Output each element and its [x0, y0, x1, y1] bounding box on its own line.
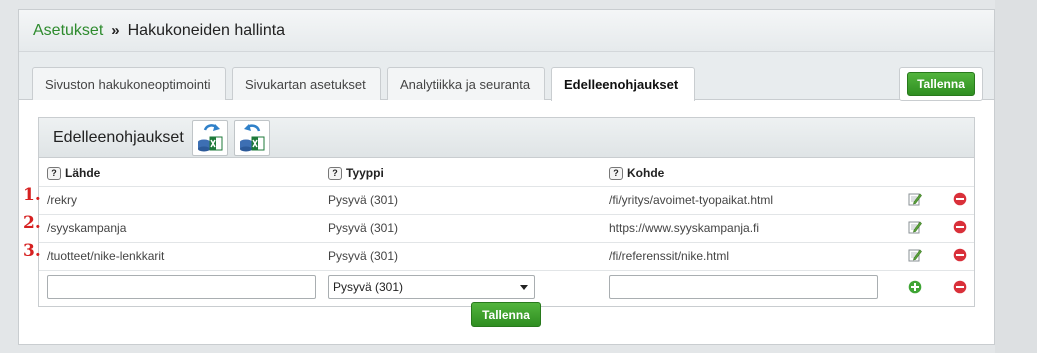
target-cell: https://www.syyskampanja.fi [609, 221, 760, 235]
tab-label: Sivuston hakukoneoptimointi [45, 76, 211, 92]
new-type-select[interactable]: Pysyvä (301) [328, 275, 535, 299]
delete-icon[interactable] [953, 192, 967, 206]
edit-pencil-icon[interactable] [908, 192, 922, 206]
source-cell: /syyskampanja [47, 221, 127, 235]
help-icon[interactable]: ? [609, 166, 623, 180]
tab-label: Edelleenohjaukset [564, 77, 679, 92]
select-value: Pysyvä (301) [333, 280, 404, 294]
column-label: Tyyppi [346, 166, 384, 180]
tab-bar: Sivuston hakukoneoptimointi Sivukartan a… [19, 52, 994, 101]
add-icon[interactable] [908, 280, 922, 294]
section-title: Edelleenohjaukset [53, 128, 184, 146]
export-excel-button[interactable] [233, 119, 270, 156]
tab-sitemap[interactable]: Sivukartan asetukset [232, 67, 381, 100]
table-row: /rekry Pysyvä (301) /fi/yritys/avoimet-t… [39, 187, 974, 213]
breadcrumb: Asetukset » Hakukoneiden hallinta [19, 10, 994, 52]
new-source-input[interactable] [47, 275, 316, 299]
row-marker: 3. [23, 241, 41, 261]
breadcrumb-link-asetukset[interactable]: Asetukset [33, 22, 103, 40]
delete-icon[interactable] [953, 248, 967, 262]
redirects-section: Edelleenohjaukset ? Lähde ? Tyyppi ? Koh… [38, 117, 975, 307]
row-marker: 1. [23, 185, 41, 205]
export-excel-icon [239, 123, 265, 151]
settings-panel: Asetukset » Hakukoneiden hallinta Sivust… [18, 9, 995, 345]
chevron-down-icon [520, 285, 528, 290]
import-excel-icon [197, 123, 223, 151]
column-label: Lähde [65, 166, 101, 180]
tab-analytics[interactable]: Analytiikka ja seuranta [387, 67, 545, 100]
breadcrumb-separator: » [111, 22, 120, 39]
table-row: /syyskampanja Pysyvä (301) https://www.s… [39, 215, 974, 241]
edit-pencil-icon[interactable] [908, 220, 922, 234]
page-background-strip [995, 0, 1037, 353]
column-header-source: ? Lähde [47, 166, 100, 180]
edit-pencil-icon[interactable] [908, 248, 922, 262]
type-cell: Pysyvä (301) [328, 249, 399, 263]
table-row: /tuotteet/nike-lenkkarit Pysyvä (301) /f… [39, 243, 974, 269]
column-header-target: ? Kohde [609, 166, 664, 180]
column-label: Kohde [627, 166, 665, 180]
page-title: Hakukoneiden hallinta [127, 21, 286, 39]
help-icon[interactable]: ? [47, 166, 61, 180]
new-redirect-row: Pysyvä (301) [39, 271, 974, 303]
source-cell: /rekry [47, 193, 77, 207]
delete-icon[interactable] [953, 220, 967, 234]
tab-redirects[interactable]: Edelleenohjaukset [551, 67, 695, 101]
tab-seo[interactable]: Sivuston hakukoneoptimointi [32, 67, 226, 100]
row-marker: 2. [23, 213, 41, 233]
tab-label: Sivukartan asetukset [245, 76, 366, 92]
target-cell: /fi/yritys/avoimet-tyopaikat.html [609, 193, 774, 207]
redirects-section-header: Edelleenohjaukset [39, 118, 974, 158]
type-cell: Pysyvä (301) [328, 221, 399, 235]
tab-label: Analytiikka ja seuranta [400, 76, 531, 92]
tab-save-container: Tallenna [899, 67, 983, 101]
target-cell: /fi/referenssit/nike.html [609, 249, 730, 263]
delete-icon[interactable] [953, 280, 967, 294]
import-excel-button[interactable] [191, 119, 228, 156]
source-cell: /tuotteet/nike-lenkkarit [47, 249, 165, 263]
save-button-top[interactable]: Tallenna [907, 72, 975, 96]
column-header-type: ? Tyyppi [328, 166, 384, 180]
type-cell: Pysyvä (301) [328, 193, 399, 207]
save-button-bottom[interactable]: Tallenna [471, 302, 541, 327]
help-icon[interactable]: ? [328, 166, 342, 180]
new-target-input[interactable] [609, 275, 878, 299]
